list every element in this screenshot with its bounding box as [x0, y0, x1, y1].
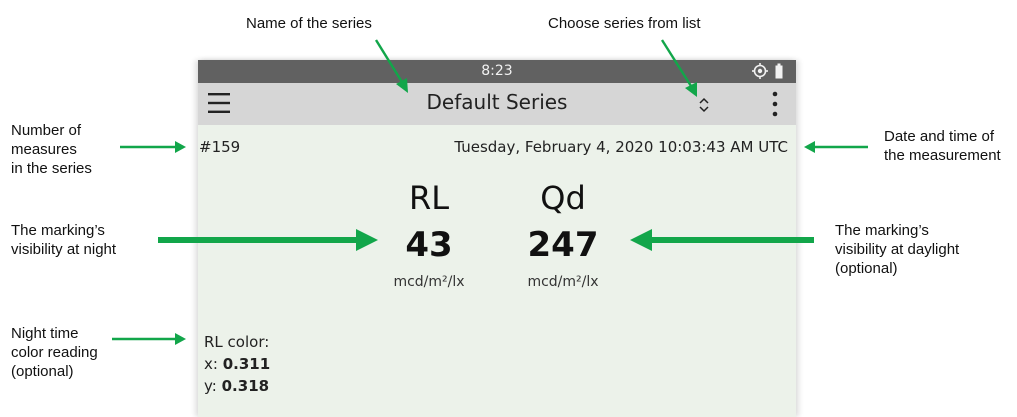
arrow-to-rl-color: [112, 333, 186, 345]
arrow-to-datetime: [804, 141, 868, 153]
arrow-to-measure-count: [120, 141, 186, 153]
arrow-to-qd-value: [630, 229, 814, 251]
arrow-to-series-chooser: [660, 39, 697, 97]
arrow-to-rl-value: [158, 229, 378, 251]
arrow-to-series-title: [374, 39, 408, 93]
callout-arrows: [112, 39, 868, 345]
